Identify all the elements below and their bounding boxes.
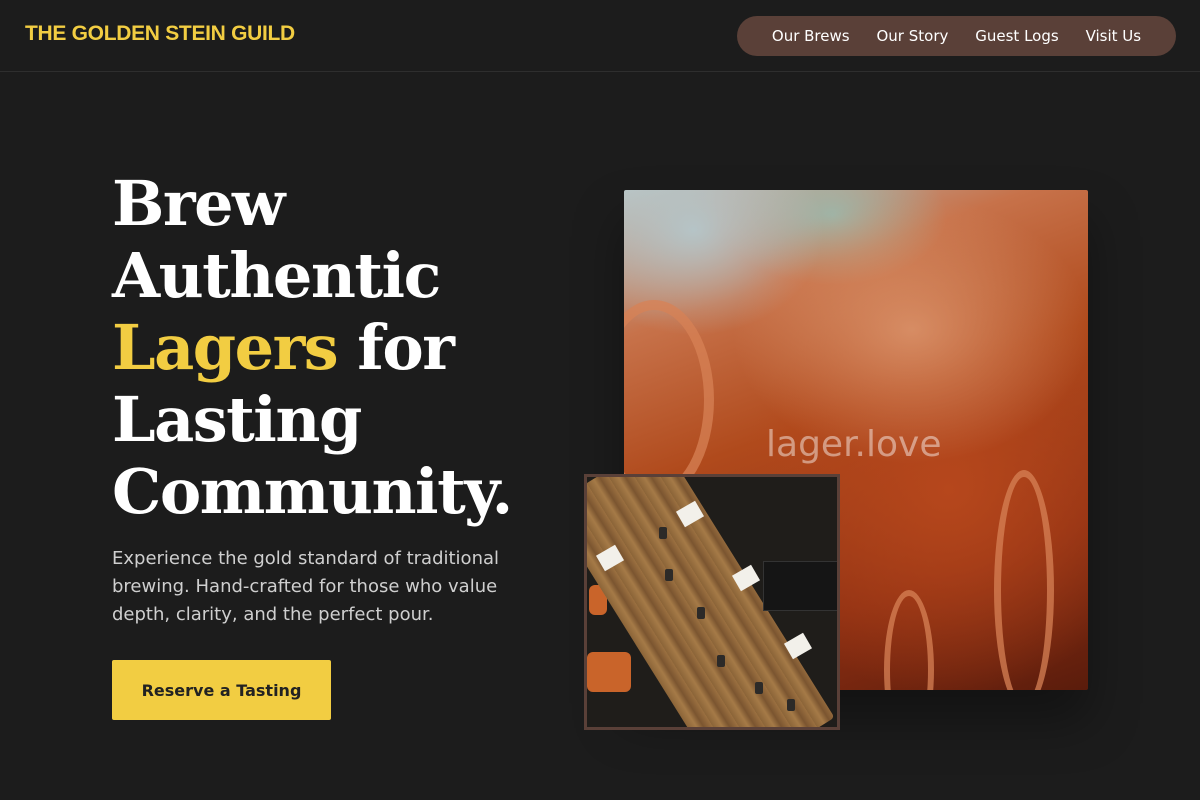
nav-link-visit-us[interactable]: Visit Us [1086,27,1142,45]
stool-shape [587,652,631,692]
hero-heading-accent: Lagers [112,311,339,384]
nav-link-guest-logs[interactable]: Guest Logs [975,27,1058,45]
copper-pipe-shape [994,470,1054,690]
nav-link-our-story[interactable]: Our Story [876,27,948,45]
site-logo[interactable]: THE GOLDEN STEIN GUILD [25,22,295,46]
glass-shape [665,569,673,581]
image-watermark: lager.love [766,424,942,465]
reserve-tasting-button[interactable]: Reserve a Tasting [112,660,331,720]
glass-shape [787,699,795,711]
nav-link-our-brews[interactable]: Our Brews [772,27,850,45]
glass-shape [697,607,705,619]
glass-tray [763,561,837,611]
main-nav: Our Brews Our Story Guest Logs Visit Us [737,16,1176,56]
hero-heading: Brew Authentic Lagers for Lasting Commun… [112,168,572,528]
glass-shape [755,682,763,694]
tasting-table-photo [584,474,840,730]
hero-heading-part1: Brew Authentic [112,167,441,312]
copper-pipe-shape [884,590,934,690]
site-header: THE GOLDEN STEIN GUILD Our Brews Our Sto… [0,0,1200,72]
glass-shape [717,655,725,667]
glass-shape [659,527,667,539]
copper-pipe-shape [624,300,714,500]
hero-description: Experience the gold standard of traditio… [112,548,500,625]
